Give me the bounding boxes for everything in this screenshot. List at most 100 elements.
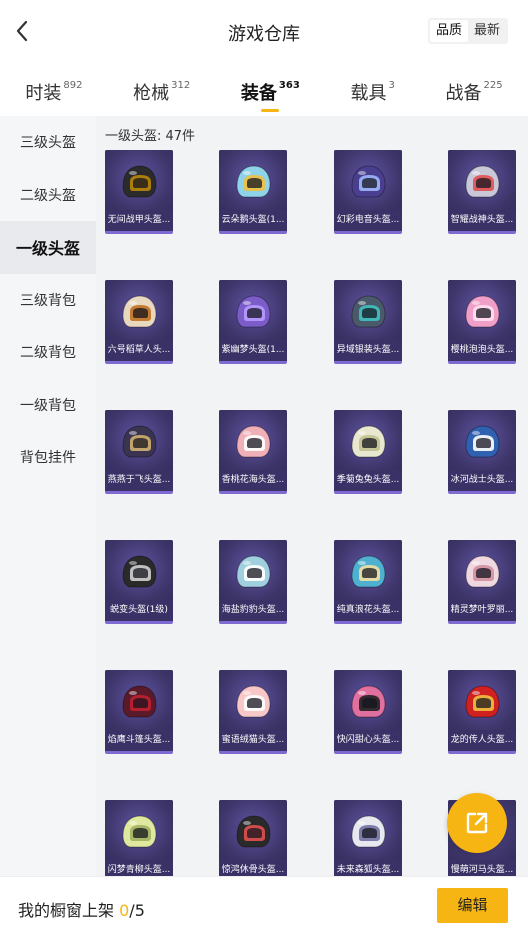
helmet-item-card[interactable]: 幻彩电音头盔... — [334, 150, 402, 234]
helmet-item-card[interactable]: 闪梦青柳头盔... — [105, 800, 173, 876]
item-name: 惊鸿休骨头盔... — [219, 860, 287, 876]
tab-count: 225 — [483, 80, 503, 91]
helmet-item-card[interactable]: 龙的传人头盔... — [448, 670, 516, 754]
sidebar-item[interactable]: 一级头盔 — [0, 221, 96, 274]
item-name: 蜕变头盔(1级) — [105, 600, 173, 621]
item-name: 幻彩电音头盔... — [334, 210, 402, 231]
tab-count: 3 — [388, 80, 395, 91]
tab-label: 枪械 — [133, 83, 170, 104]
helmet-icon — [122, 815, 157, 848]
item-name: 季菊兔兔头盔... — [334, 470, 402, 491]
tab-2[interactable]: 装备 363 — [240, 79, 300, 112]
tab-count: 363 — [278, 80, 300, 91]
tab-label: 时装 — [25, 83, 62, 104]
category-tabs: 时装 892 枪械 312 装备 363 载具 3 战备 225 — [0, 70, 528, 114]
helmet-icon — [465, 165, 500, 198]
item-name: 纯真浪花头盔... — [334, 600, 402, 621]
helmet-item-card[interactable]: 蜕变头盔(1级) — [105, 540, 173, 624]
helmet-icon — [236, 425, 271, 458]
helmet-item-card[interactable]: 云朵鹅头盔(1... — [219, 150, 287, 234]
item-name: 香桃花海头盔... — [219, 470, 287, 491]
helmet-item-card[interactable]: 季菊兔兔头盔... — [334, 410, 402, 494]
sidebar-item[interactable]: 背包挂件 — [0, 431, 96, 484]
item-name: 紫幽梦头盔(1... — [219, 340, 287, 361]
helmet-item-card[interactable]: 无间战甲头盔... — [105, 150, 173, 234]
helmet-item-card[interactable]: 未来森狐头盔... — [334, 800, 402, 876]
item-name: 海盐豹豹头盔... — [219, 600, 287, 621]
external-link-icon — [466, 812, 488, 834]
edit-button[interactable]: 编辑 — [437, 888, 508, 923]
sort-toggle: 品质 最新 — [427, 18, 508, 44]
showcase-status: 我的橱窗上架 0/5 — [18, 897, 145, 921]
sidebar-item[interactable]: 二级背包 — [0, 326, 96, 379]
tab-count: 892 — [63, 80, 83, 91]
tab-1[interactable]: 枪械 312 — [133, 79, 190, 105]
item-name: 快闪甜心头盔... — [334, 730, 402, 751]
sort-quality-option[interactable]: 品质 — [429, 20, 468, 42]
sort-latest-option[interactable]: 最新 — [468, 20, 506, 42]
helmet-icon — [351, 295, 386, 328]
item-name: 精灵梦叶罗丽... — [448, 600, 516, 621]
item-name: 燕燕于飞头盔... — [105, 470, 173, 491]
helmet-item-card[interactable]: 纯真浪花头盔... — [334, 540, 402, 624]
helmet-item-card[interactable]: 蜜语绒猫头盔... — [219, 670, 287, 754]
tab-label: 战备 — [445, 83, 482, 104]
share-button[interactable] — [447, 793, 507, 853]
tab-3[interactable]: 载具 3 — [350, 79, 394, 105]
helmet-icon — [351, 425, 386, 458]
helmet-item-card[interactable]: 六号稻草人头... — [105, 280, 173, 364]
item-name: 智耀战神头盔... — [448, 210, 516, 231]
helmet-icon — [465, 425, 500, 458]
helmet-item-card[interactable]: 樱桃泡泡头盔... — [448, 280, 516, 364]
item-name: 六号稻草人头... — [105, 340, 173, 361]
active-tab-indicator — [260, 109, 279, 112]
helmet-item-card[interactable]: 紫幽梦头盔(1... — [219, 280, 287, 364]
helmet-item-card[interactable]: 惊鸿休骨头盔... — [219, 800, 287, 876]
helmet-icon — [465, 685, 500, 718]
item-name: 冰河战士头盔... — [448, 470, 516, 491]
sidebar-item[interactable]: 三级背包 — [0, 274, 96, 327]
helmet-item-card[interactable]: 快闪甜心头盔... — [334, 670, 402, 754]
item-name: 龙的传人头盔... — [448, 730, 516, 751]
helmet-item-card[interactable]: 异域银装头盔... — [334, 280, 402, 364]
item-name: 蜜语绒猫头盔... — [219, 730, 287, 751]
tab-0[interactable]: 时装 892 — [25, 79, 82, 105]
item-name: 未来森狐头盔... — [334, 860, 402, 876]
helmet-icon — [465, 295, 500, 328]
helmet-item-card[interactable]: 冰河战士头盔... — [448, 410, 516, 494]
sidebar-item[interactable]: 二级头盔 — [0, 169, 96, 222]
item-name: 樱桃泡泡头盔... — [448, 340, 516, 361]
helmet-icon — [122, 555, 157, 588]
helmet-icon — [236, 815, 271, 848]
helmet-item-card[interactable]: 精灵梦叶罗丽... — [448, 540, 516, 624]
showcase-total-count: /5 — [129, 901, 145, 920]
helmet-icon — [465, 555, 500, 588]
helmet-icon — [351, 165, 386, 198]
tab-count: 312 — [171, 80, 191, 91]
tab-4[interactable]: 战备 225 — [446, 79, 503, 105]
item-count-label: 一级头盔: 47件 — [105, 129, 196, 144]
header: 游戏仓库 品质 最新 — [0, 0, 528, 64]
helmet-icon — [236, 165, 271, 198]
helmet-item-card[interactable]: 焰鹰斗篷头盔... — [105, 670, 173, 754]
helmet-item-card[interactable]: 海盐豹豹头盔... — [219, 540, 287, 624]
tab-label: 载具 — [350, 83, 387, 104]
sidebar-item[interactable]: 三级头盔 — [0, 116, 96, 169]
helmet-item-card[interactable]: 智耀战神头盔... — [448, 150, 516, 234]
sidebar: 三级头盔 二级头盔 一级头盔 三级背包 二级背包 一级背包 背包挂件 — [0, 116, 96, 876]
item-name: 慢萌河马头盔... — [448, 860, 516, 876]
helmet-icon — [351, 555, 386, 588]
bottom-bar: 我的橱窗上架 0/5 编辑 — [0, 876, 528, 935]
helmet-icon — [122, 165, 157, 198]
item-name: 云朵鹅头盔(1... — [219, 210, 287, 231]
helmet-icon — [236, 555, 271, 588]
helmet-icon — [351, 685, 386, 718]
tab-label: 装备 — [240, 83, 277, 104]
item-name: 闪梦青柳头盔... — [105, 860, 173, 876]
helmet-item-card[interactable]: 燕燕于飞头盔... — [105, 410, 173, 494]
showcase-current-count: 0 — [119, 901, 130, 920]
helmet-icon — [122, 425, 157, 458]
helmet-icon — [236, 685, 271, 718]
helmet-item-card[interactable]: 香桃花海头盔... — [219, 410, 287, 494]
sidebar-item[interactable]: 一级背包 — [0, 379, 96, 432]
